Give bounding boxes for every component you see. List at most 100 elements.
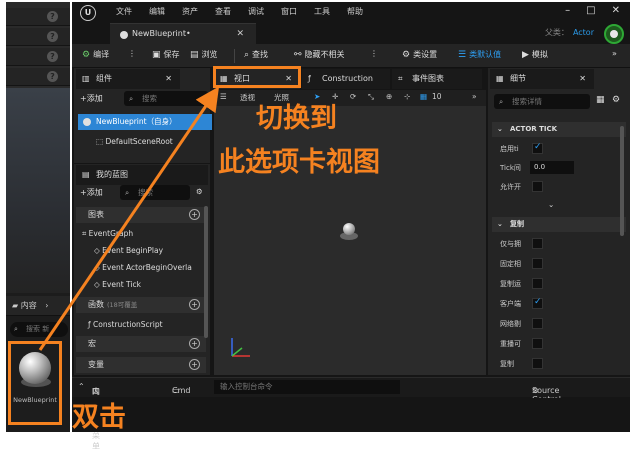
tree-event-graph[interactable]: ⌗ EventGraph xyxy=(82,229,133,239)
add-member-button[interactable]: +添加 xyxy=(80,186,103,200)
add-component-button[interactable]: +添加 xyxy=(80,92,103,106)
menu-edit[interactable]: 编辑 xyxy=(149,6,165,17)
tab-my-blueprint[interactable]: ▤ 我的蓝图 xyxy=(76,165,208,185)
grid-snap-icon[interactable]: ▦ xyxy=(420,92,427,101)
close-icon[interactable]: ✕ xyxy=(612,5,620,16)
component-root-item[interactable]: NewBlueprint（自身） xyxy=(78,114,212,130)
close-tab-icon[interactable]: ✕ xyxy=(236,24,244,44)
settings-gear-icon[interactable]: ⚙ xyxy=(196,187,203,196)
actor-preview-icon[interactable] xyxy=(340,223,358,241)
menu-asset[interactable]: 资产 xyxy=(182,6,198,17)
help-icon[interactable]: ? xyxy=(47,51,58,62)
hide-options-icon[interactable]: ⋮ xyxy=(370,49,378,58)
save-button[interactable]: ▣ 保存 xyxy=(152,49,180,60)
more-icon[interactable]: » xyxy=(472,92,477,101)
detail-checkbox[interactable] xyxy=(532,238,543,249)
menu-view[interactable]: 查看 xyxy=(215,6,231,17)
section-variables[interactable]: 变量 + xyxy=(76,357,206,373)
menu-debug[interactable]: 调试 xyxy=(248,6,264,17)
compile-button[interactable]: ⚙ 编译 xyxy=(82,49,109,60)
scale-icon[interactable]: ⤡ xyxy=(368,92,374,102)
plus-icon: + xyxy=(80,188,87,197)
tree-construction-script[interactable]: ƒ ConstructionScript xyxy=(88,320,163,329)
asset-newblueprint[interactable]: NewBlueprint xyxy=(8,341,62,425)
browse-button[interactable]: ▤ 浏览 xyxy=(190,49,218,60)
find-button[interactable]: ⌕ 查找 xyxy=(244,49,268,60)
tick-interval-input[interactable]: 0.0 xyxy=(530,161,574,174)
enable-tick-checkbox[interactable] xyxy=(532,142,543,154)
add-function-icon[interactable]: + xyxy=(189,299,200,310)
help-icon[interactable]: ? xyxy=(47,71,58,82)
menu-tools[interactable]: 工具 xyxy=(314,6,330,17)
expand-chevron-icon[interactable]: ⌄ xyxy=(548,200,554,209)
blueprint-scrollbar[interactable] xyxy=(204,206,208,338)
viewport-menu-icon[interactable]: ☰ xyxy=(220,92,227,101)
section-graphs[interactable]: 图表 + xyxy=(76,207,206,223)
add-variable-icon[interactable]: + xyxy=(189,359,200,370)
gear-icon[interactable]: ⚙ xyxy=(612,95,620,105)
snap-icon[interactable]: ⊹ xyxy=(404,92,410,101)
tree-event-beginplay[interactable]: ◇ Event BeginPlay xyxy=(94,246,163,255)
section-functions[interactable]: 函数 (18可覆盖 + xyxy=(76,297,206,313)
tree-event-tick[interactable]: ◇ Event Tick xyxy=(94,280,141,289)
help-icon[interactable]: ? xyxy=(47,31,58,42)
maximize-icon[interactable]: □ xyxy=(586,5,595,16)
component-search-input[interactable]: ⌕ 搜索 xyxy=(124,91,208,106)
background-row: ? xyxy=(6,8,70,26)
help-icon[interactable]: ? xyxy=(47,11,58,22)
perspective-button[interactable]: 透视 xyxy=(240,92,255,103)
tab-construction[interactable]: ƒ Construction xyxy=(302,69,390,89)
section-replication[interactable]: ⌄ 复制 xyxy=(492,217,626,232)
class-settings-button[interactable]: ⚙ 类设置 xyxy=(402,49,437,60)
detail-checkbox[interactable] xyxy=(532,358,543,369)
detail-checkbox[interactable] xyxy=(532,338,543,349)
close-tab-icon[interactable]: ✕ xyxy=(579,69,586,89)
section-macros[interactable]: 宏 + xyxy=(76,336,206,352)
more-icon[interactable]: » xyxy=(612,49,617,58)
tab-event-graph[interactable]: ⌗ 事件图表 xyxy=(392,69,482,89)
tab-details[interactable]: ▦ 细节 ✕ xyxy=(490,69,594,89)
close-tab-icon[interactable]: ✕ xyxy=(165,69,172,89)
background-level-viewport[interactable] xyxy=(6,88,70,293)
details-search-input[interactable]: ⌕ 搜索详情 xyxy=(494,94,590,109)
component-root-label: NewBlueprint（自身） xyxy=(96,117,177,126)
detail-checkbox[interactable] xyxy=(532,297,543,309)
menu-file[interactable]: 文件 xyxy=(116,6,132,17)
tab-components[interactable]: ▥ 组件 ✕ xyxy=(76,69,180,89)
parent-class-link[interactable]: Actor xyxy=(573,28,594,37)
detail-checkbox[interactable] xyxy=(532,258,543,269)
component-defaultsceneroot[interactable]: ⬚ DefaultSceneRoot xyxy=(96,137,173,146)
detail-checkbox[interactable] xyxy=(532,318,543,329)
content-search-input[interactable]: ⌕ 搜索 新 xyxy=(10,322,68,337)
search-icon: ⌕ xyxy=(14,325,18,333)
chevron-up-icon[interactable]: ⌃ xyxy=(78,382,85,391)
allow-tick-checkbox[interactable] xyxy=(532,181,543,192)
tree-event-actorbeginoverlap[interactable]: ◇ Event ActorBeginOverla xyxy=(94,263,192,272)
class-defaults-button[interactable]: ☰ 类默认值 xyxy=(458,49,501,60)
section-actor-tick[interactable]: ⌄ ACTOR TICK xyxy=(492,122,626,137)
chevron-right-icon[interactable]: › xyxy=(45,301,48,310)
document-tab-newblueprint[interactable]: NewBlueprint• ✕ xyxy=(110,23,256,44)
actor-class-icon[interactable] xyxy=(604,24,624,44)
rotate-icon[interactable]: ⟳ xyxy=(350,92,356,101)
table-view-icon[interactable]: ▦ xyxy=(596,95,605,105)
menu-help[interactable]: 帮助 xyxy=(347,6,363,17)
world-icon[interactable]: ⊕ xyxy=(386,92,392,101)
add-macro-icon[interactable]: + xyxy=(189,338,200,349)
menu-window[interactable]: 窗口 xyxy=(281,6,297,17)
add-graph-icon[interactable]: + xyxy=(189,209,200,220)
console-input[interactable]: 输入控制台命令 xyxy=(214,380,400,394)
details-scrollbar[interactable] xyxy=(620,126,624,236)
compile-options-icon[interactable]: ⋮ xyxy=(128,49,136,58)
grid-snap-value[interactable]: 10 xyxy=(432,92,442,101)
blueprint-search-input[interactable]: ⌕ 搜索 xyxy=(120,185,190,200)
minimize-icon[interactable]: – xyxy=(565,5,570,16)
actor-tick-label: ACTOR TICK xyxy=(510,125,558,133)
window-lower-area xyxy=(72,398,630,432)
hide-unrelated-button[interactable]: ⚯ 隐藏不相关 xyxy=(294,49,345,60)
content-browser-header[interactable]: ▰ 内容 › xyxy=(6,296,70,316)
folder-icon: ▰ xyxy=(12,301,19,310)
detail-checkbox[interactable] xyxy=(532,278,543,289)
gear-icon: ⚙ xyxy=(402,49,411,60)
simulate-button[interactable]: ▶ 模拟 xyxy=(522,49,548,60)
